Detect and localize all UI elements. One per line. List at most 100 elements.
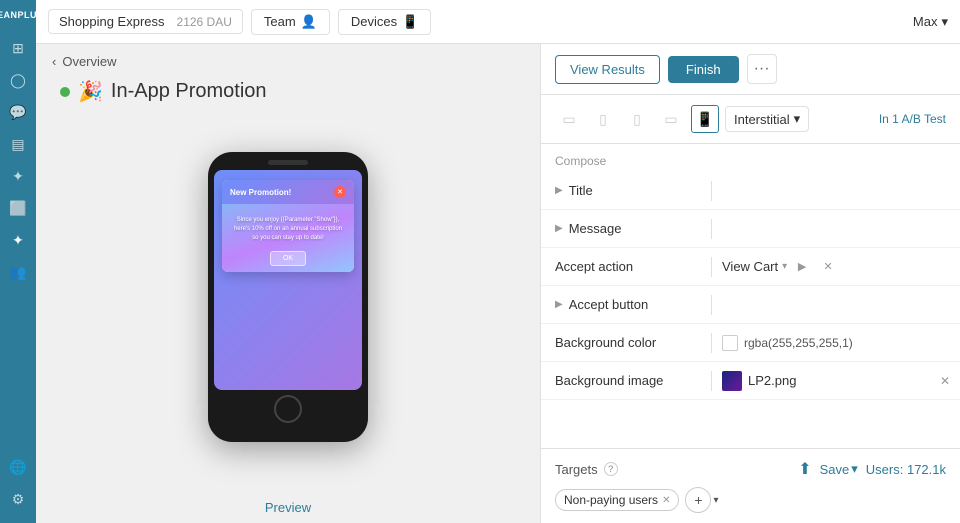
accept-button-label: ▶ Accept button [541,289,711,320]
devices-icon: 📱 [402,14,418,30]
chip-label: Non-paying users [564,493,658,507]
modal-close-button[interactable]: ✕ [334,186,346,198]
overview-link[interactable]: Overview [62,54,116,69]
more-options-button[interactable]: ··· [747,54,777,84]
accept-action-label: Accept action [541,251,711,282]
user-name: Max [913,14,938,29]
targets-section: Targets ? ⬆ Save ▾ Users: 172.1k Non-pay… [541,448,960,523]
people-icon[interactable]: 👥 [4,258,32,286]
accept-button-row: ▶ Accept button [541,286,960,324]
tablet-small-icon[interactable]: ▯ [623,105,651,133]
preview-panel: ‹ Overview 🎉 In-App Promotion New Promot… [36,44,540,523]
app-selector[interactable]: Shopping Express 2126 DAU [48,9,243,34]
users-count: Users: 172.1k [866,462,946,477]
phone-screen: New Promotion! ✕ Since you enjoy {{Param… [214,170,362,390]
preview-link[interactable]: Preview [36,492,540,523]
accept-action-select[interactable]: View Cart ▾ [722,259,787,274]
phone-home-button [274,395,302,423]
phone-portrait-icon[interactable]: 📱 [691,105,719,133]
message-value[interactable] [712,221,960,237]
add-target-button[interactable]: + [685,487,711,513]
targets-chips: Non-paying users ✕ + ▾ [555,487,946,513]
chevron-down-icon: ▾ [782,261,787,272]
modal-ok-button[interactable]: OK [270,251,306,266]
tools-icon[interactable]: ✦ [4,162,32,190]
status-dot [60,87,70,97]
content-area: ‹ Overview 🎉 In-App Promotion New Promot… [36,44,960,523]
bg-color-value[interactable]: rgba(255,255,255,1) [712,327,960,359]
sidebar: LEANPLUM ⊞ ◯ 💬 ▤ ✦ ⬜ ✦ 👥 🌐 ⚙ [0,0,36,523]
finish-button[interactable]: Finish [668,56,739,83]
phone-mockup: New Promotion! ✕ Since you enjoy {{Param… [208,152,368,442]
play-button[interactable]: ▶ [791,256,813,278]
devices-label: Devices [351,14,397,29]
chip-non-paying: Non-paying users ✕ [555,489,679,511]
chip-remove-button[interactable]: ✕ [662,495,670,506]
save-button[interactable]: Save ▾ [820,461,858,477]
bg-color-row: Background color rgba(255,255,255,1) [541,324,960,362]
tablet-portrait-icon[interactable]: ▯ [589,105,617,133]
image-thumbnail [722,371,742,391]
targets-actions: ⬆ Save ▾ Users: 172.1k [798,459,946,479]
right-panel: View Results Finish ··· ▭ ▯ ▯ ▭ 📱 Inters… [540,44,960,523]
title-value[interactable] [712,183,960,199]
plus-icon: + [694,492,702,508]
targets-label: Targets [555,462,598,477]
view-results-button[interactable]: View Results [555,55,660,84]
settings-icon[interactable]: ⚙ [4,485,32,513]
color-swatch[interactable] [722,335,738,351]
chat-icon[interactable]: 💬 [4,98,32,126]
title-expand-icon[interactable]: ▶ [555,185,563,196]
modal-header: New Promotion! ✕ [222,180,354,204]
modal-body: Since you enjoy {{Parameter "Show"}}, he… [222,204,354,272]
home-icon[interactable]: ⊞ [4,34,32,62]
chevron-down-icon: ▾ [794,111,801,127]
team-label: Team [264,14,296,29]
modal-title: New Promotion! [230,188,291,197]
main-container: Shopping Express 2126 DAU Team 👤 Devices… [36,0,960,523]
targets-help-icon[interactable]: ? [604,462,618,476]
message-expand-icon[interactable]: ▶ [555,223,563,234]
save-chevron-icon: ▾ [851,461,858,477]
accept-button-value[interactable] [712,297,960,313]
bg-image-label: Background image [541,365,711,396]
title-label: ▶ Title [541,175,711,206]
bg-image-value: LP2.png ✕ [712,363,960,399]
campaign-header: 🎉 In-App Promotion [36,79,540,112]
interstitial-label: Interstitial [734,112,790,127]
team-button[interactable]: Team 👤 [251,9,330,35]
image-filename: LP2.png [748,373,796,388]
add-target-chevron[interactable]: ▾ [713,495,718,506]
modal-popup: New Promotion! ✕ Since you enjoy {{Param… [222,180,354,272]
accept-action-value: View Cart ▾ ▶ ✕ [712,250,960,284]
box-icon[interactable]: ⬜ [4,194,32,222]
campaign-title: In-App Promotion [111,80,267,103]
compose-label: Compose [541,144,960,172]
remove-action-button[interactable]: ✕ [817,256,839,278]
interstitial-dropdown[interactable]: Interstitial ▾ [725,106,809,132]
ab-test-label: In 1 A/B Test [879,112,946,126]
user-icon[interactable]: ◯ [4,66,32,94]
globe-icon[interactable]: 🌐 [4,453,32,481]
device-selector: ▭ ▯ ▯ ▭ 📱 Interstitial ▾ In 1 A/B Test [541,95,960,144]
upload-icon[interactable]: ⬆ [798,459,811,479]
chevron-down-icon: ▾ [941,14,948,30]
title-field-row: ▶ Title [541,172,960,210]
dau-badge: 2126 DAU [177,15,232,29]
accept-action-text: View Cart [722,259,778,274]
phone-landscape-icon[interactable]: ▭ [657,105,685,133]
topbar: Shopping Express 2126 DAU Team 👤 Devices… [36,0,960,44]
sparkle-icon[interactable]: ✦ [4,226,32,254]
modal-body-text: Since you enjoy {{Parameter "Show"}}, he… [230,216,346,243]
form-rows: ▶ Title ▶ Message Acc [541,172,960,448]
user-menu[interactable]: Max ▾ [913,14,948,30]
remove-image-button[interactable]: ✕ [940,374,950,388]
accept-btn-expand-icon[interactable]: ▶ [555,299,563,310]
color-text: rgba(255,255,255,1) [744,336,853,350]
devices-button[interactable]: Devices 📱 [338,9,431,35]
tablet-landscape-icon[interactable]: ▭ [555,105,583,133]
chart-icon[interactable]: ▤ [4,130,32,158]
message-label: ▶ Message [541,213,711,244]
back-arrow-icon: ‹ [52,54,56,69]
campaign-emoji: 🎉 [78,79,103,104]
